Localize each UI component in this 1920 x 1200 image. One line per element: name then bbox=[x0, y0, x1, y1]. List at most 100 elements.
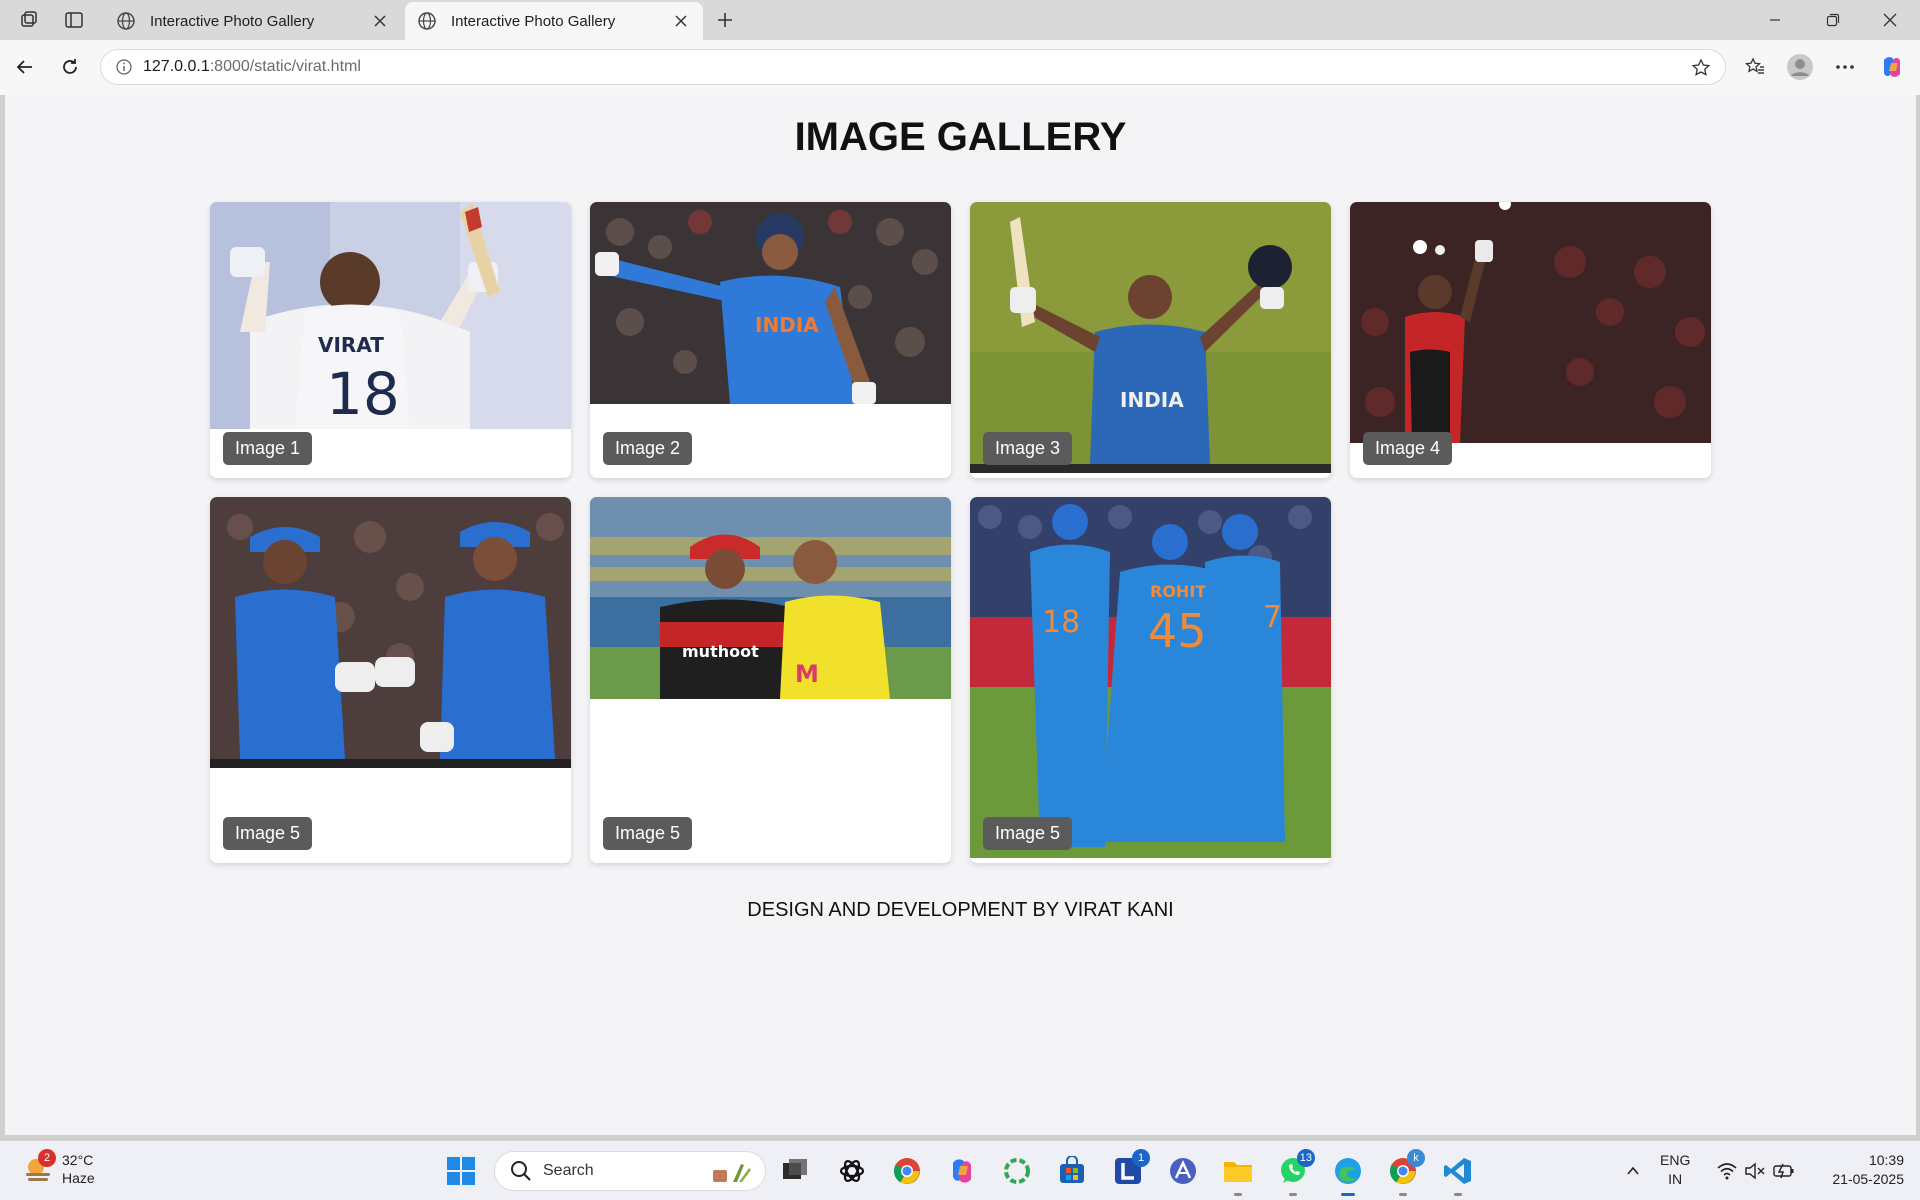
running-indicator bbox=[1289, 1193, 1297, 1196]
weather-description: Haze bbox=[62, 1170, 95, 1186]
footer-credit: DESIGN AND DEVELOPMENT BY VIRAT KANI bbox=[747, 899, 1174, 921]
browser-tab-bar: Interactive Photo Gallery Interactive Ph… bbox=[0, 0, 1920, 40]
page-title: IMAGE GALLERY bbox=[794, 115, 1127, 159]
start-button[interactable] bbox=[443, 1153, 479, 1189]
running-indicator bbox=[1454, 1193, 1462, 1196]
store-icon[interactable] bbox=[1054, 1153, 1090, 1189]
learning-app-icon[interactable]: 1 bbox=[1110, 1149, 1150, 1189]
page-content: IMAGE GALLERY VIRAT 18 Image 1 INDIA Ima… bbox=[5, 95, 1916, 1135]
gallery-card[interactable]: VIRAT 18 Image 1 bbox=[210, 202, 571, 478]
chatgpt-icon[interactable] bbox=[834, 1153, 870, 1189]
language-indicator[interactable]: ENG IN bbox=[1660, 1151, 1690, 1189]
task-view-icon[interactable] bbox=[777, 1153, 813, 1189]
svg-text:M: M bbox=[795, 660, 819, 688]
svg-text:45: 45 bbox=[1148, 604, 1207, 658]
gallery-card[interactable]: 18 ROHIT 45 7 Image 5 bbox=[970, 497, 1331, 863]
close-icon[interactable] bbox=[671, 11, 691, 31]
tab-title: Interactive Photo Gallery bbox=[451, 12, 616, 30]
profile-avatar-icon[interactable] bbox=[1785, 52, 1815, 82]
gallery-card[interactable]: Image 4 bbox=[1350, 202, 1711, 478]
arc-app-icon[interactable] bbox=[1165, 1153, 1201, 1189]
taskbar: 2 32°C Haze Search 1 13 k ENG IN 10:39 2… bbox=[0, 1140, 1920, 1200]
image-caption: Image 5 bbox=[603, 817, 693, 850]
image-gallery: VIRAT 18 Image 1 INDIA Image 2 INDIA Ima… bbox=[210, 202, 1730, 863]
tab-gallery-1[interactable]: Interactive Photo Gallery bbox=[104, 2, 402, 40]
image-caption: Image 5 bbox=[983, 817, 1073, 850]
weather-badge: 2 bbox=[38, 1149, 56, 1167]
gallery-photo[interactable] bbox=[1350, 202, 1711, 443]
clock[interactable]: 10:39 21-05-2025 bbox=[1818, 1151, 1904, 1189]
image-caption: Image 2 bbox=[603, 432, 693, 465]
address-bar[interactable]: 127.0.0.1:8000/static/virat.html bbox=[100, 49, 1726, 85]
vscode-icon[interactable] bbox=[1440, 1153, 1476, 1196]
weather-widget[interactable]: 2 32°C Haze bbox=[22, 1149, 95, 1187]
notification-count: 13 bbox=[1296, 1149, 1315, 1167]
running-indicator bbox=[1234, 1193, 1242, 1196]
url-text[interactable]: 127.0.0.1:8000/static/virat.html bbox=[143, 58, 361, 76]
refresh-icon[interactable] bbox=[55, 52, 85, 82]
gallery-card[interactable]: Image 5 bbox=[210, 497, 571, 863]
clock-time: 10:39 bbox=[1868, 1152, 1904, 1168]
edge-icon[interactable] bbox=[1330, 1153, 1366, 1196]
globe-icon bbox=[116, 10, 138, 32]
window-close-icon[interactable] bbox=[1862, 0, 1918, 40]
gallery-card[interactable]: INDIA Image 3 bbox=[970, 202, 1331, 478]
more-options-icon[interactable] bbox=[1830, 52, 1860, 82]
svg-text:18: 18 bbox=[1042, 605, 1080, 640]
close-icon[interactable] bbox=[370, 11, 390, 31]
back-icon[interactable] bbox=[10, 52, 40, 82]
gallery-photo[interactable] bbox=[210, 497, 571, 768]
gallery-card[interactable]: INDIA Image 2 bbox=[590, 202, 951, 478]
restore-icon[interactable] bbox=[1805, 0, 1861, 40]
svg-text:VIRAT: VIRAT bbox=[318, 333, 384, 357]
minimize-icon[interactable] bbox=[1747, 0, 1803, 40]
tab-gallery-2[interactable]: Interactive Photo Gallery bbox=[405, 2, 703, 40]
region-code: IN bbox=[1668, 1171, 1683, 1187]
running-indicator bbox=[1399, 1193, 1407, 1196]
chrome-profile-icon[interactable]: k bbox=[1385, 1149, 1425, 1196]
gallery-photo[interactable]: muthoot M bbox=[590, 497, 951, 699]
favorites-icon[interactable] bbox=[1740, 52, 1770, 82]
svg-text:18: 18 bbox=[326, 360, 400, 428]
gallery-photo[interactable]: INDIA bbox=[590, 202, 951, 404]
new-tab-icon[interactable] bbox=[710, 6, 740, 34]
loading-circle-icon[interactable] bbox=[999, 1153, 1035, 1189]
search-icon bbox=[511, 1161, 531, 1181]
image-caption: Image 1 bbox=[223, 432, 313, 465]
profile-badge: k bbox=[1407, 1149, 1425, 1167]
whatsapp-icon[interactable]: 13 bbox=[1275, 1149, 1315, 1196]
image-caption: Image 5 bbox=[223, 817, 313, 850]
tab-title: Interactive Photo Gallery bbox=[150, 12, 315, 30]
url-path: :8000/static/virat.html bbox=[209, 58, 361, 75]
chevron-up-icon[interactable] bbox=[1615, 1153, 1651, 1189]
browser-toolbar: 127.0.0.1:8000/static/virat.html bbox=[0, 40, 1920, 95]
gallery-card[interactable]: muthoot M Image 5 bbox=[590, 497, 951, 863]
svg-text:7: 7 bbox=[1263, 600, 1282, 635]
search-label: Search bbox=[543, 1162, 594, 1179]
svg-text:muthoot: muthoot bbox=[682, 642, 759, 661]
language-code: ENG bbox=[1660, 1152, 1691, 1168]
svg-text:INDIA: INDIA bbox=[755, 313, 819, 337]
copilot-icon[interactable] bbox=[1877, 52, 1907, 82]
globe-icon bbox=[417, 10, 439, 32]
weather-haze-icon: 2 bbox=[22, 1149, 56, 1185]
taskbar-search[interactable]: Search bbox=[494, 1151, 766, 1191]
notification-count: 1 bbox=[1132, 1149, 1150, 1167]
url-host: 127.0.0.1 bbox=[143, 58, 210, 75]
battery-charging-icon[interactable] bbox=[1766, 1153, 1802, 1189]
image-caption: Image 3 bbox=[983, 432, 1073, 465]
workspaces-icon[interactable] bbox=[14, 6, 44, 34]
image-caption: Image 4 bbox=[1363, 432, 1453, 465]
weather-temperature: 32°C bbox=[62, 1152, 94, 1168]
site-info-icon[interactable] bbox=[113, 56, 135, 78]
copilot-app-icon[interactable] bbox=[944, 1153, 980, 1189]
gallery-photo[interactable]: VIRAT 18 bbox=[210, 202, 571, 429]
gallery-photo[interactable]: 18 ROHIT 45 7 bbox=[970, 497, 1331, 858]
chrome-icon[interactable] bbox=[889, 1153, 925, 1189]
svg-text:ROHIT: ROHIT bbox=[1150, 582, 1206, 601]
file-explorer-icon[interactable] bbox=[1220, 1153, 1256, 1196]
clock-date: 21-05-2025 bbox=[1832, 1171, 1904, 1187]
running-indicator bbox=[1341, 1193, 1355, 1196]
favorite-star-icon[interactable] bbox=[1689, 56, 1713, 80]
vertical-tabs-icon[interactable] bbox=[59, 6, 89, 34]
